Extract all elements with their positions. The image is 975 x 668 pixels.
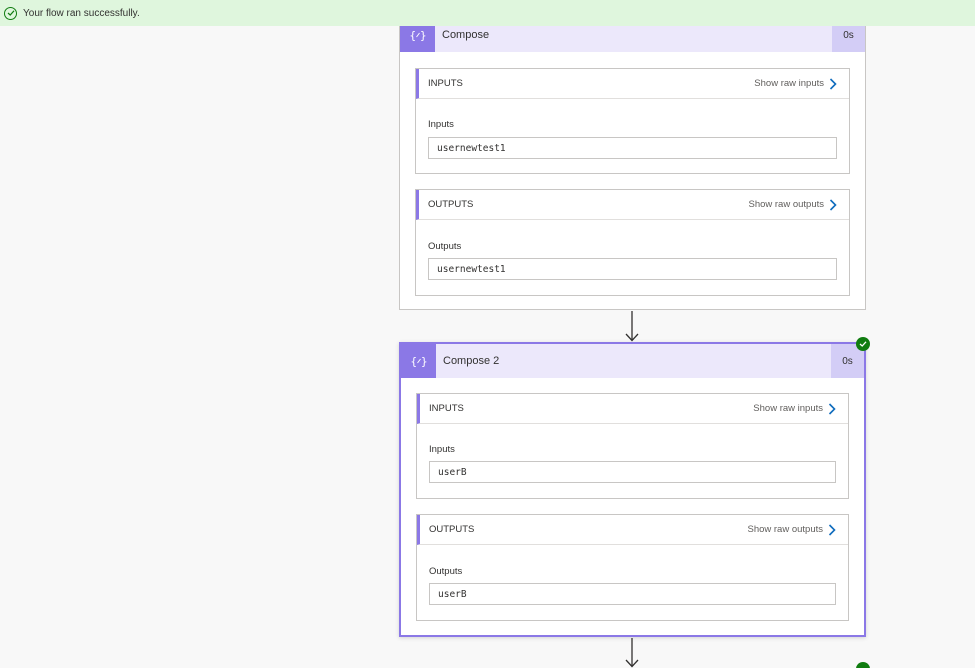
compose-2-card-header[interactable]: { } Compose 2 0s	[401, 344, 864, 378]
compose-curly-braces-icon: { }	[401, 344, 436, 378]
compose-2-action-card[interactable]: { } Compose 2 0s INPUTS Show raw inputs …	[399, 342, 866, 637]
show-raw-inputs-label: Show raw inputs	[753, 403, 823, 414]
compose-outputs-section: OUTPUTS Show raw outputs Outputs usernew…	[415, 189, 850, 296]
compose-action-card[interactable]: { } Compose 0s INPUTS Show raw inputs In…	[399, 17, 866, 310]
compose-inputs-header: INPUTS Show raw inputs	[416, 69, 849, 99]
outputs-section-title: OUTPUTS	[428, 199, 474, 210]
inputs-value-box: usernewtest1	[428, 137, 837, 159]
compose-2-outputs-section: OUTPUTS Show raw outputs Outputs userB	[416, 514, 849, 621]
outputs-value-box: userB	[429, 583, 836, 605]
inputs-field-label: Inputs	[429, 444, 455, 455]
show-raw-outputs-label: Show raw outputs	[748, 199, 824, 210]
flow-arrow-down-icon	[625, 638, 639, 668]
compose-2-card-title: Compose 2	[443, 355, 500, 367]
compose-inputs-section: INPUTS Show raw inputs Inputs usernewtes…	[415, 68, 850, 174]
success-check-icon	[856, 662, 870, 668]
success-banner: Your flow ran successfully.	[0, 0, 975, 26]
inputs-section-title: INPUTS	[429, 403, 464, 414]
compose-2-outputs-header: OUTPUTS Show raw outputs	[417, 515, 848, 545]
show-raw-outputs-link[interactable]: Show raw outputs	[747, 523, 836, 536]
show-raw-inputs-label: Show raw inputs	[754, 78, 824, 89]
chevron-right-icon	[829, 198, 837, 211]
outputs-section-title: OUTPUTS	[429, 524, 475, 535]
banner-message: Your flow ran successfully.	[23, 7, 140, 19]
outputs-field-label: Outputs	[428, 241, 462, 252]
flow-arrow-down-icon	[625, 311, 639, 342]
compose-outputs-header: OUTPUTS Show raw outputs	[416, 190, 849, 220]
checkmark-circle-icon	[4, 6, 17, 20]
show-raw-outputs-link[interactable]: Show raw outputs	[748, 198, 837, 211]
inputs-field-label: Inputs	[428, 119, 454, 130]
chevron-right-icon	[828, 402, 836, 415]
compose-2-inputs-header: INPUTS Show raw inputs	[417, 394, 848, 424]
chevron-right-icon	[829, 77, 837, 90]
outputs-value-box: usernewtest1	[428, 258, 837, 280]
compose-card-title: Compose	[442, 29, 490, 41]
inputs-value-box: userB	[429, 461, 836, 483]
outputs-field-label: Outputs	[429, 566, 463, 577]
success-check-icon	[856, 337, 870, 351]
chevron-right-icon	[828, 523, 836, 536]
show-raw-outputs-label: Show raw outputs	[747, 524, 823, 535]
show-raw-inputs-link[interactable]: Show raw inputs	[753, 402, 836, 415]
compose-2-inputs-section: INPUTS Show raw inputs Inputs userB	[416, 393, 849, 499]
show-raw-inputs-link[interactable]: Show raw inputs	[754, 77, 837, 90]
inputs-section-title: INPUTS	[428, 78, 463, 89]
